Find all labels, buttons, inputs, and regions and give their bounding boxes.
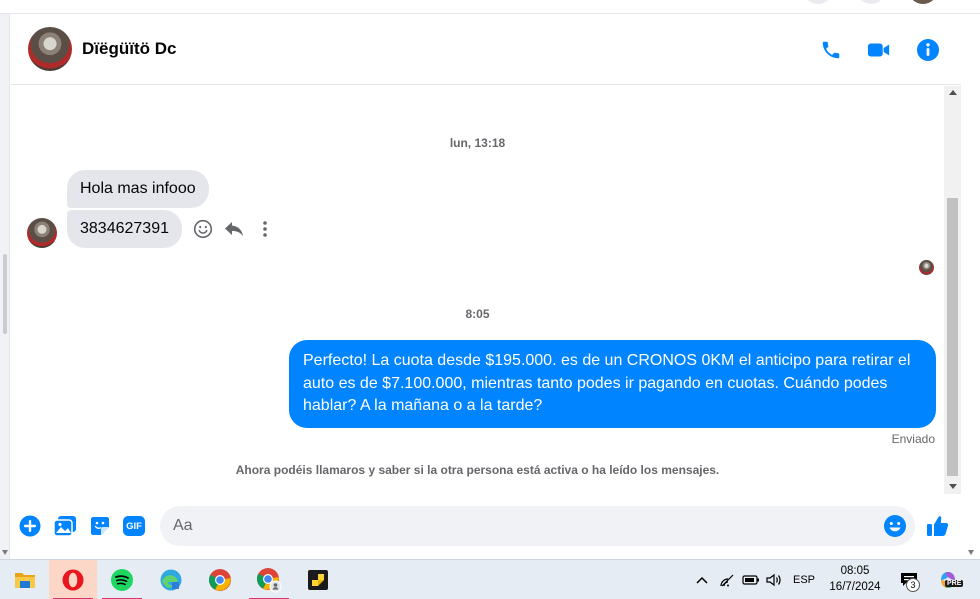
react-icon[interactable]	[192, 218, 214, 240]
outgoing-message[interactable]: Perfecto! La cuota desde $195.000. es de…	[289, 340, 936, 428]
scroll-down-arrow-icon[interactable]	[968, 550, 974, 555]
info-notice: Ahora podéis llamaros y saber si la otra…	[235, 463, 720, 477]
notification-icon[interactable]: 3	[896, 560, 922, 599]
emoji-icon[interactable]	[883, 514, 907, 538]
message-scrollbar[interactable]	[944, 86, 961, 494]
scroll-down-arrow-icon[interactable]	[949, 484, 957, 489]
message-input[interactable]	[160, 506, 915, 546]
top-circle-button[interactable]	[803, 0, 833, 4]
top-strip	[0, 0, 980, 14]
chrome-icon[interactable]	[196, 560, 244, 599]
copilot-icon[interactable]: PRE	[934, 560, 964, 599]
contact-name[interactable]: Dïëgüïtö Dc	[82, 39, 176, 59]
spotify-icon[interactable]	[98, 560, 146, 599]
like-icon[interactable]	[926, 514, 950, 538]
contact-avatar[interactable]	[28, 27, 72, 71]
gif-icon[interactable]: GIF	[122, 514, 146, 538]
message-list[interactable]: lun, 13:18 Hola mas infooo 3834627391 8:…	[11, 86, 944, 494]
clock-time: 08:05	[840, 565, 870, 577]
volume-icon[interactable]	[763, 560, 785, 599]
right-page-edge	[961, 14, 980, 559]
phone-icon[interactable]	[817, 36, 845, 64]
left-page-scrollbar[interactable]	[0, 14, 10, 559]
photo-icon[interactable]	[53, 514, 77, 538]
scroll-down-arrow-icon[interactable]	[2, 550, 8, 555]
add-icon[interactable]	[18, 514, 42, 538]
contact-avatar-small[interactable]	[27, 218, 57, 248]
clock-date: 16/7/2024	[829, 581, 881, 593]
seen-avatar	[919, 260, 934, 275]
message-status: Enviado	[891, 432, 935, 446]
gif-label: GIF	[123, 516, 145, 536]
battery-icon[interactable]	[740, 560, 762, 599]
clock[interactable]: 08:05 16/7/2024	[816, 563, 894, 595]
message-composer: GIF	[11, 495, 961, 557]
file-explorer-icon[interactable]	[1, 560, 49, 599]
scroll-thumb[interactable]	[947, 198, 958, 476]
timestamp: 8:05	[465, 307, 490, 321]
reply-icon[interactable]	[223, 218, 245, 240]
sticky-notes-icon[interactable]	[294, 560, 342, 599]
top-avatar[interactable]	[908, 0, 938, 4]
opera-icon[interactable]	[49, 560, 97, 599]
top-circle-button[interactable]	[856, 0, 886, 4]
notification-badge: 3	[906, 578, 920, 592]
scroll-up-arrow-icon[interactable]	[949, 90, 957, 95]
taskbar: ESP 08:05 16/7/2024 3 PRE	[0, 559, 980, 599]
wifi-icon[interactable]	[717, 560, 739, 599]
chrome-profile-icon[interactable]	[245, 560, 293, 599]
sticker-icon[interactable]	[88, 514, 112, 538]
copilot-badge: PRE	[945, 580, 964, 587]
screen: Dïëgüïtö Dc lun, 13:18 Hola mas infooo 3…	[0, 0, 980, 599]
incoming-message[interactable]: 3834627391	[67, 210, 182, 248]
chat-header: Dïëgüïtö Dc	[11, 15, 971, 85]
info-icon[interactable]	[914, 36, 942, 64]
incoming-message[interactable]: Hola mas infooo	[67, 170, 209, 208]
language-indicator[interactable]: ESP	[789, 560, 819, 599]
video-call-icon[interactable]	[865, 36, 893, 64]
more-options-icon[interactable]	[254, 218, 276, 240]
chevron-up-icon[interactable]	[692, 560, 712, 599]
timestamp: lun, 13:18	[449, 136, 506, 150]
edge-icon[interactable]	[147, 560, 195, 599]
left-scroll-thumb[interactable]	[3, 254, 7, 334]
